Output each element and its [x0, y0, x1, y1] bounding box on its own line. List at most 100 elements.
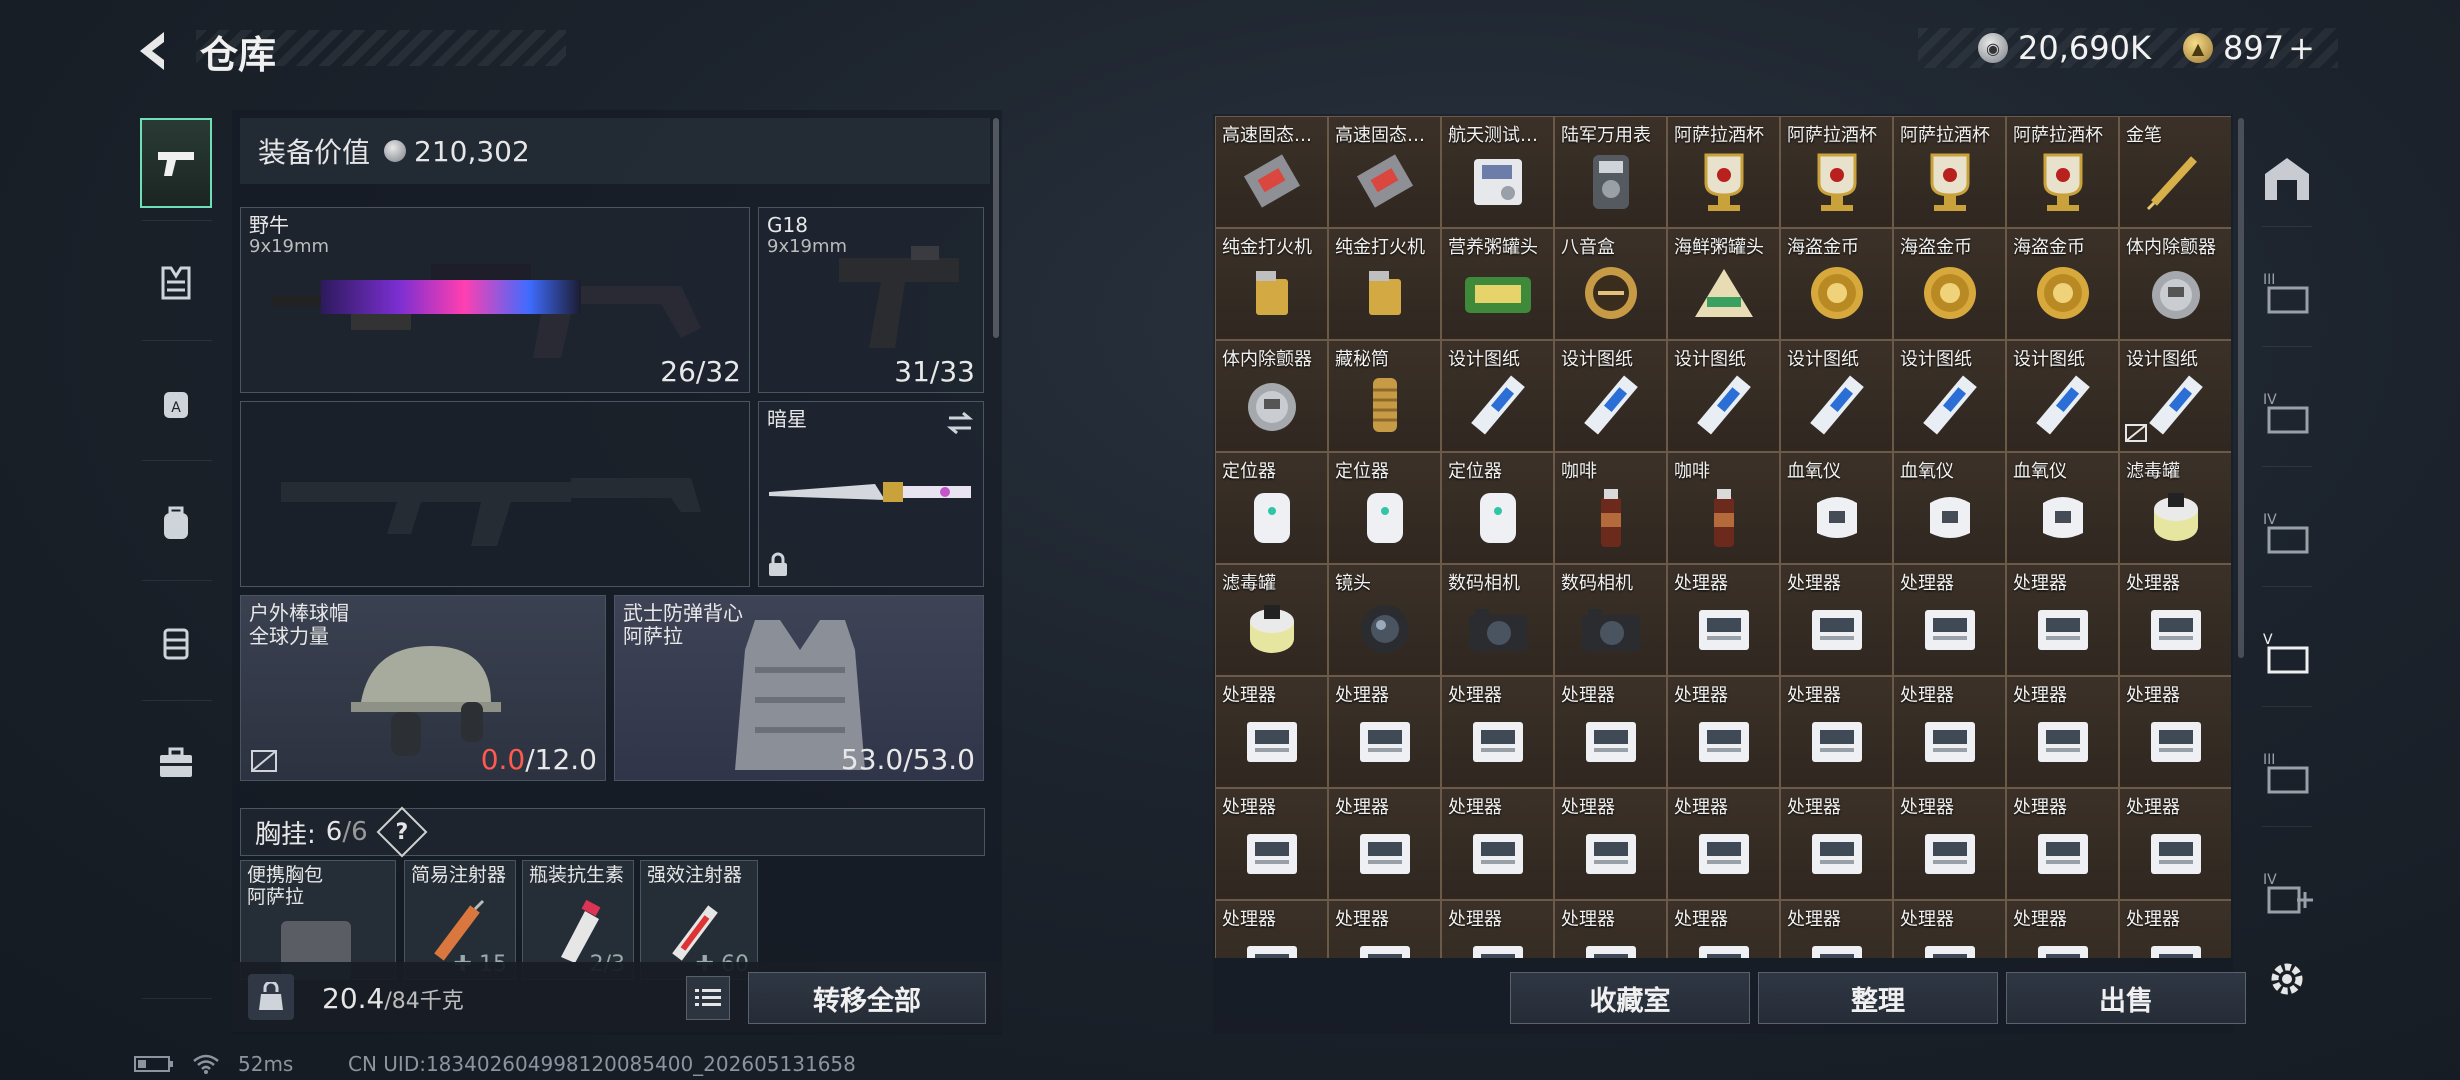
storage-item[interactable]: 高速固态…: [1216, 117, 1327, 227]
sort-button[interactable]: 整理: [1758, 972, 1998, 1024]
storage-item[interactable]: 处理器: [2120, 901, 2231, 958]
storage-item[interactable]: 体内除颤器: [1216, 341, 1327, 451]
storage-item[interactable]: 处理器: [2120, 789, 2231, 899]
storage-item[interactable]: 设计图纸: [1442, 341, 1553, 451]
storage-item[interactable]: 处理器: [1442, 789, 1553, 899]
storage-item[interactable]: 处理器: [2007, 565, 2118, 675]
empty-primary-slot[interactable]: [240, 401, 750, 587]
storage-item[interactable]: 定位器: [1329, 453, 1440, 563]
storage-item[interactable]: 处理器: [1668, 565, 1779, 675]
storage-item[interactable]: 定位器: [1442, 453, 1553, 563]
currency-gold-plus[interactable]: +: [2288, 29, 2315, 67]
storage-item[interactable]: 海盗金币: [1781, 229, 1892, 339]
storage-item[interactable]: 滤毒罐: [2120, 453, 2231, 563]
storage-item[interactable]: 处理器: [2007, 789, 2118, 899]
storage-item[interactable]: 处理器: [2120, 565, 2231, 675]
storage-item[interactable]: 处理器: [1442, 901, 1553, 958]
storage-item[interactable]: 纯金打火机: [1216, 229, 1327, 339]
equipment-scrollbar[interactable]: [993, 118, 999, 338]
storage-item[interactable]: 处理器: [2007, 901, 2118, 958]
storage-item[interactable]: 高速固态…: [1329, 117, 1440, 227]
storage-item[interactable]: 处理器: [1555, 677, 1666, 787]
storage-item[interactable]: 血氧仪: [1781, 453, 1892, 563]
collection-room-button[interactable]: 收藏室: [1510, 972, 1750, 1024]
storage-item[interactable]: 血氧仪: [2007, 453, 2118, 563]
melee-slot[interactable]: 暗星: [758, 401, 984, 587]
tab-storage-5-active[interactable]: V: [2256, 618, 2318, 688]
storage-item[interactable]: 阿萨拉酒杯: [1668, 117, 1779, 227]
nav-rig[interactable]: [140, 238, 212, 328]
nav-backpack-a[interactable]: A: [140, 358, 212, 448]
storage-item[interactable]: 处理器: [1668, 901, 1779, 958]
storage-item[interactable]: 设计图纸: [1668, 341, 1779, 451]
storage-item[interactable]: 设计图纸: [1781, 341, 1892, 451]
storage-item[interactable]: 处理器: [1555, 789, 1666, 899]
storage-item[interactable]: 处理器: [1781, 565, 1892, 675]
storage-item[interactable]: 设计图纸: [1555, 341, 1666, 451]
storage-item[interactable]: 处理器: [1216, 789, 1327, 899]
storage-item[interactable]: 处理器: [1894, 901, 2005, 958]
storage-item[interactable]: 数码相机: [1442, 565, 1553, 675]
storage-item[interactable]: 处理器: [1329, 677, 1440, 787]
storage-item[interactable]: 海盗金币: [1894, 229, 2005, 339]
storage-item[interactable]: 处理器: [1894, 565, 2005, 675]
storage-item[interactable]: 金笔: [2120, 117, 2231, 227]
storage-item[interactable]: 处理器: [1329, 789, 1440, 899]
storage-item[interactable]: 处理器: [1555, 901, 1666, 958]
storage-item[interactable]: 咖啡: [1555, 453, 1666, 563]
storage-item[interactable]: 海鲜粥罐头: [1668, 229, 1779, 339]
swap-icon[interactable]: [945, 410, 975, 436]
nav-case[interactable]: [140, 598, 212, 688]
storage-item[interactable]: 数码相机: [1555, 565, 1666, 675]
tab-storage-3b[interactable]: III: [2256, 738, 2318, 808]
nav-toolbox[interactable]: [140, 718, 212, 808]
storage-item[interactable]: 血氧仪: [1894, 453, 2005, 563]
currency-gold[interactable]: ▲ 897 +: [2183, 26, 2315, 70]
secondary-weapon-slot[interactable]: G18 9x19mm 31/33: [758, 207, 984, 393]
transfer-all-button[interactable]: 转移全部: [748, 972, 986, 1024]
storage-item[interactable]: 处理器: [1216, 901, 1327, 958]
nav-weapon[interactable]: [140, 118, 212, 208]
primary-weapon-slot[interactable]: 野牛 9x19mm 26/32: [240, 207, 750, 393]
tab-storage-3[interactable]: III: [2256, 258, 2318, 328]
storage-item[interactable]: 八音盒: [1555, 229, 1666, 339]
storage-item[interactable]: 咖啡: [1668, 453, 1779, 563]
storage-item[interactable]: 设计图纸: [2007, 341, 2118, 451]
storage-item[interactable]: 处理器: [1442, 677, 1553, 787]
storage-item[interactable]: 处理器: [2007, 677, 2118, 787]
help-badge[interactable]: ?: [376, 806, 428, 858]
storage-item[interactable]: 营养粥罐头: [1442, 229, 1553, 339]
storage-item[interactable]: 阿萨拉酒杯: [1894, 117, 2005, 227]
storage-item[interactable]: 处理器: [1329, 901, 1440, 958]
storage-item[interactable]: 定位器: [1216, 453, 1327, 563]
storage-item[interactable]: 阿萨拉酒杯: [1781, 117, 1892, 227]
storage-item[interactable]: 镜头: [1329, 565, 1440, 675]
settings-button[interactable]: [2256, 944, 2318, 1014]
sell-button[interactable]: 出售: [2006, 972, 2246, 1024]
storage-item[interactable]: 体内除颤器: [2120, 229, 2231, 339]
storage-item[interactable]: 纯金打火机: [1329, 229, 1440, 339]
tab-warehouse[interactable]: [2256, 144, 2318, 214]
nav-backpack[interactable]: [140, 478, 212, 568]
storage-item[interactable]: 处理器: [1894, 789, 2005, 899]
storage-item[interactable]: 处理器: [1668, 677, 1779, 787]
list-view-button[interactable]: [686, 976, 730, 1020]
storage-item[interactable]: 滤毒罐: [1216, 565, 1327, 675]
storage-item[interactable]: 处理器: [1781, 901, 1892, 958]
storage-item[interactable]: 航天测试…: [1442, 117, 1553, 227]
helmet-slot[interactable]: 户外棒球帽 全球力量 0.0/12.0: [240, 595, 606, 781]
storage-item[interactable]: 设计图纸: [2120, 341, 2231, 451]
storage-item[interactable]: 处理器: [1216, 677, 1327, 787]
storage-item[interactable]: 处理器: [1668, 789, 1779, 899]
storage-item[interactable]: 阿萨拉酒杯: [2007, 117, 2118, 227]
tab-storage-4b[interactable]: IV: [2256, 498, 2318, 568]
storage-scrollbar[interactable]: [2238, 118, 2244, 658]
storage-item[interactable]: 陆军万用表: [1555, 117, 1666, 227]
storage-item[interactable]: 处理器: [1781, 677, 1892, 787]
tab-storage-4a[interactable]: IV: [2256, 378, 2318, 448]
storage-item[interactable]: 处理器: [1894, 677, 2005, 787]
tab-storage-add[interactable]: IV: [2256, 858, 2318, 928]
storage-item[interactable]: 处理器: [2120, 677, 2231, 787]
storage-item[interactable]: 海盗金币: [2007, 229, 2118, 339]
storage-item[interactable]: 处理器: [1781, 789, 1892, 899]
